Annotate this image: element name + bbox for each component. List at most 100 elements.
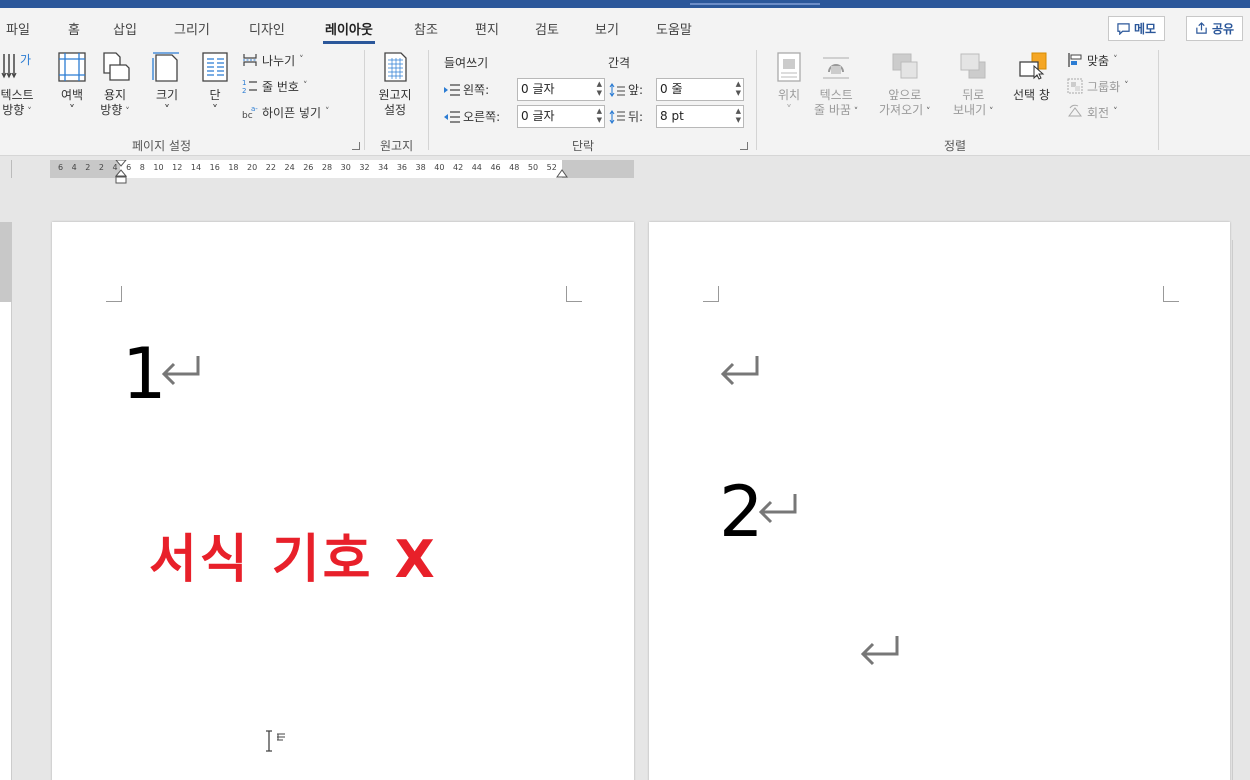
orientation-label-2: 방향 bbox=[100, 103, 123, 117]
paragraph-mark-icon bbox=[161, 356, 200, 386]
paragraph-mark-icon bbox=[860, 636, 899, 666]
align-button[interactable]: 맞춤 ˅ bbox=[1067, 50, 1118, 70]
manuscript-group-label: 원고지 bbox=[380, 139, 414, 153]
text-direction-label-1: 텍스트 bbox=[0, 88, 34, 102]
tab-references[interactable]: 참조 bbox=[414, 19, 438, 38]
size-icon bbox=[152, 52, 179, 82]
bring-forward-label-1: 앞으로 bbox=[888, 88, 922, 102]
spinner-arrows-icon[interactable]: ▲ ▼ bbox=[597, 107, 602, 125]
chevron-down-icon: ˅ bbox=[69, 103, 75, 117]
tab-view[interactable]: 보기 bbox=[595, 19, 619, 38]
document-page-1[interactable]: 1 서식 기호 X bbox=[52, 222, 634, 780]
tab-help[interactable]: 도움말 bbox=[656, 19, 692, 38]
indent-right-value: 0 글자 bbox=[521, 109, 555, 123]
paragraph-mark-icon bbox=[758, 494, 797, 524]
manuscript-settings-button[interactable]: 원고지 설정 bbox=[378, 50, 412, 118]
page-setup-group-label: 페이지 설정 bbox=[132, 139, 192, 153]
breaks-icon bbox=[243, 54, 257, 66]
indent-left-icon bbox=[444, 83, 460, 96]
send-backward-button[interactable]: 뒤로 보내기 ˅ bbox=[953, 50, 994, 120]
align-label: 맞춤 bbox=[1087, 53, 1110, 68]
tab-file[interactable]: 파일 bbox=[6, 19, 30, 38]
selection-pane-label: 선택 창 bbox=[1013, 88, 1050, 102]
share-button[interactable]: 공유 bbox=[1186, 16, 1244, 41]
vertical-ruler[interactable] bbox=[0, 222, 12, 780]
spacing-before-input[interactable]: 0 줄 ▲ ▼ bbox=[656, 78, 744, 101]
spinner-arrows-icon[interactable]: ▲ ▼ bbox=[736, 80, 741, 98]
send-backward-label-2: 보내기 bbox=[953, 103, 987, 117]
margins-label: 여백 bbox=[60, 88, 84, 102]
arrange-group-label: 정렬 bbox=[944, 139, 967, 153]
ruler-corner[interactable] bbox=[0, 160, 12, 178]
tab-design[interactable]: 디자인 bbox=[249, 19, 285, 38]
orientation-button[interactable]: 용지 방향 ˅ bbox=[98, 50, 132, 120]
spinner-arrows-icon[interactable]: ▲ ▼ bbox=[597, 80, 602, 98]
document-page-2[interactable]: 2 bbox=[649, 222, 1230, 780]
spacing-after-input[interactable]: 8 pt ▲ ▼ bbox=[656, 105, 744, 128]
orientation-icon bbox=[103, 52, 130, 81]
group-button[interactable]: 그룹화 ˅ bbox=[1067, 76, 1129, 96]
margins-icon bbox=[58, 52, 86, 82]
text-direction-icon: 가 bbox=[1, 53, 31, 79]
horizontal-ruler[interactable]: 6 4 2 2 4 6 8 10 12 14 16 18 20 22 24 26… bbox=[50, 160, 634, 184]
crop-mark bbox=[1163, 286, 1179, 302]
chevron-down-icon: ˅ bbox=[302, 81, 308, 91]
spacing-after-value: 8 pt bbox=[660, 109, 684, 123]
indent-right-input[interactable]: 0 글자 ▲ ▼ bbox=[517, 105, 605, 128]
selection-pane-button[interactable]: 선택 창 bbox=[1013, 50, 1050, 103]
crop-mark bbox=[703, 286, 719, 302]
rotate-button[interactable]: 회전 ˅ bbox=[1067, 102, 1118, 122]
share-icon bbox=[1196, 22, 1207, 34]
right-indent-marker-icon[interactable] bbox=[556, 168, 568, 178]
bring-forward-button[interactable]: 앞으로 가져오기 ˅ bbox=[879, 50, 931, 120]
ribbon: 가 텍스트 방향 ˅ 여백 ˅ 용지 방향 ˅ 크기 ˅ 단 ˅ 나누기 ˅ 1… bbox=[0, 46, 1250, 156]
chevron-down-icon: ˅ bbox=[850, 107, 859, 117]
group-separator bbox=[364, 50, 365, 150]
columns-button[interactable]: 단 ˅ bbox=[198, 50, 232, 118]
spacing-label: 간격 bbox=[608, 56, 631, 70]
columns-icon bbox=[202, 52, 228, 82]
memo-label: 메모 bbox=[1134, 22, 1157, 36]
margins-button[interactable]: 여백 ˅ bbox=[55, 50, 89, 118]
svg-text:가: 가 bbox=[20, 53, 31, 67]
manuscript-icon bbox=[384, 52, 407, 82]
vertical-ruler-top-margin bbox=[0, 222, 12, 302]
spinner-arrows-icon[interactable]: ▲ ▼ bbox=[736, 107, 741, 125]
indent-left-label: 왼쪽: bbox=[444, 81, 489, 98]
text-direction-button[interactable]: 가 텍스트 방향 ˅ bbox=[0, 50, 34, 120]
vertical-scrollbar[interactable] bbox=[1232, 240, 1250, 780]
paragraph-launcher-icon[interactable] bbox=[740, 142, 748, 150]
position-button[interactable]: 위치 ˅ bbox=[772, 50, 806, 118]
tab-mailings[interactable]: 편지 bbox=[475, 19, 499, 38]
chevron-down-icon: ˅ bbox=[786, 103, 792, 117]
line-numbers-button[interactable]: 12 줄 번호 ˅ bbox=[242, 76, 307, 96]
manuscript-label-2: 설정 bbox=[383, 103, 407, 117]
tab-home[interactable]: 홈 bbox=[68, 19, 80, 38]
line-numbers-label: 줄 번호 bbox=[262, 79, 299, 94]
breaks-button[interactable]: 나누기 ˅ bbox=[242, 50, 304, 70]
manuscript-label-1: 원고지 bbox=[378, 88, 412, 102]
hyphenation-button[interactable]: bc a- 하이픈 넣기 ˅ bbox=[242, 102, 330, 122]
tab-draw[interactable]: 그리기 bbox=[174, 19, 210, 38]
line-numbers-icon: 12 bbox=[242, 79, 257, 94]
tab-review[interactable]: 검토 bbox=[535, 19, 559, 38]
memo-button[interactable]: 메모 bbox=[1108, 16, 1166, 41]
chevron-down-icon: ˅ bbox=[212, 103, 218, 117]
wrap-text-button[interactable]: 텍스트 줄 바꿈 ˅ bbox=[814, 50, 858, 120]
group-separator bbox=[1158, 50, 1159, 150]
tab-insert[interactable]: 삽입 bbox=[113, 19, 137, 38]
page-setup-launcher-icon[interactable] bbox=[352, 142, 360, 150]
svg-text:2: 2 bbox=[242, 87, 246, 94]
indent-marker-icon[interactable] bbox=[114, 160, 128, 188]
annotation-no-formatting-marks: 서식 기호 X bbox=[149, 530, 438, 590]
paragraph-mark-icon bbox=[720, 356, 759, 386]
indent-label: 들여쓰기 bbox=[444, 56, 489, 70]
group-icon bbox=[1067, 78, 1083, 94]
send-backward-icon bbox=[960, 53, 986, 79]
text-cursor-icon bbox=[266, 730, 285, 752]
chevron-down-icon: ˅ bbox=[1124, 81, 1129, 91]
size-button[interactable]: 크기 ˅ bbox=[150, 50, 184, 118]
spacing-after-text: 뒤: bbox=[628, 110, 644, 124]
tab-layout[interactable]: 레이아웃 bbox=[323, 19, 375, 44]
indent-left-input[interactable]: 0 글자 ▲ ▼ bbox=[517, 78, 605, 101]
